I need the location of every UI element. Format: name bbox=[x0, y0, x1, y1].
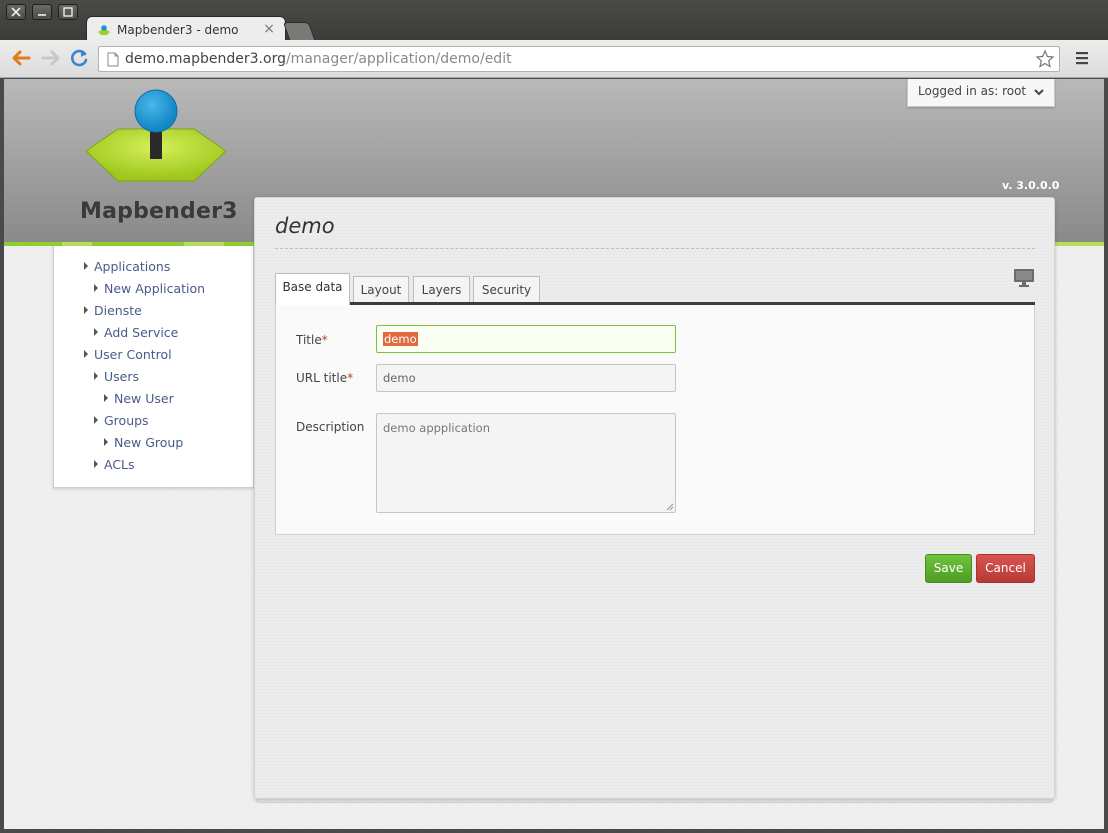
page-viewport: Mapbender3 v. 3.0.0.0 Logged in as: root… bbox=[4, 79, 1104, 829]
maximize-icon bbox=[63, 7, 73, 17]
triangle-right-icon bbox=[104, 438, 108, 446]
reload-icon[interactable] bbox=[68, 47, 90, 69]
triangle-right-icon bbox=[84, 350, 88, 358]
user-menu-dropdown[interactable]: Logged in as: root bbox=[907, 79, 1055, 107]
forward-arrow-icon[interactable] bbox=[40, 47, 62, 69]
window-close-button[interactable] bbox=[6, 4, 26, 20]
title-input[interactable]: demo bbox=[376, 325, 676, 353]
sidebar-item-add-service[interactable]: Add Service bbox=[94, 325, 178, 340]
version-label: v. 3.0.0.0 bbox=[1002, 179, 1060, 192]
browser-tab-active[interactable]: Mapbender3 - demo × bbox=[86, 16, 286, 42]
required-marker: * bbox=[321, 333, 328, 347]
sidebar-item-new-group[interactable]: New Group bbox=[104, 435, 183, 450]
description-field-label: Description bbox=[296, 420, 365, 434]
tab-base-data[interactable]: Base data bbox=[275, 273, 350, 305]
window-minimize-button[interactable] bbox=[32, 4, 52, 20]
title-divider bbox=[275, 248, 1035, 249]
panel-shadow-edge bbox=[256, 799, 1053, 803]
url-title-field-label: URL title* bbox=[296, 371, 354, 385]
triangle-right-icon bbox=[84, 306, 88, 314]
sidebar-item-user-control[interactable]: User Control bbox=[84, 347, 172, 362]
triangle-right-icon bbox=[94, 328, 98, 336]
description-text: demo appplication bbox=[383, 421, 491, 435]
title-field-label: Title* bbox=[296, 333, 328, 347]
sidebar-navigation: Applications New Application Dienste Add… bbox=[53, 246, 254, 488]
page-document-icon bbox=[107, 52, 119, 67]
tab-security[interactable]: Security bbox=[473, 276, 540, 304]
main-panel: demo Base data Layout Layers Security Ti… bbox=[254, 197, 1055, 799]
cancel-button[interactable]: Cancel bbox=[976, 554, 1035, 583]
browser-toolbar: demo.mapbender3.org/manager/application/… bbox=[0, 40, 1108, 78]
mapbender-favicon-icon bbox=[98, 25, 110, 35]
triangle-right-icon bbox=[94, 460, 98, 468]
triangle-right-icon bbox=[104, 394, 108, 402]
chevron-down-icon bbox=[1034, 89, 1044, 96]
title-input-selected-text: demo bbox=[383, 332, 418, 346]
browser-tab-title: Mapbender3 - demo bbox=[117, 23, 239, 37]
required-marker: * bbox=[347, 371, 354, 385]
sidebar-item-dienste[interactable]: Dienste bbox=[84, 303, 142, 318]
new-tab-button[interactable] bbox=[282, 22, 316, 40]
monitor-icon[interactable] bbox=[1013, 268, 1035, 288]
minimize-icon bbox=[38, 14, 46, 16]
description-textarea[interactable]: demo appplication bbox=[376, 413, 676, 513]
url-host: demo.mapbender3.org bbox=[125, 51, 286, 67]
back-arrow-icon[interactable] bbox=[10, 47, 32, 69]
tab-layers[interactable]: Layers bbox=[413, 276, 470, 304]
triangle-right-icon bbox=[94, 284, 98, 292]
page-title: demo bbox=[275, 214, 335, 238]
url-text[interactable]: demo.mapbender3.org/manager/application/… bbox=[125, 51, 512, 67]
logo-text: Mapbender3 bbox=[80, 199, 238, 224]
close-icon bbox=[11, 7, 21, 17]
url-title-input[interactable]: demo bbox=[376, 364, 676, 392]
triangle-right-icon bbox=[94, 372, 98, 380]
bookmark-star-icon[interactable] bbox=[1035, 49, 1055, 69]
window-maximize-button[interactable] bbox=[58, 4, 78, 20]
sidebar-item-new-application[interactable]: New Application bbox=[94, 281, 205, 296]
sidebar-item-groups[interactable]: Groups bbox=[94, 413, 149, 428]
tab-layout[interactable]: Layout bbox=[353, 276, 409, 304]
browser-titlebar: Mapbender3 - demo × bbox=[0, 0, 1108, 42]
sidebar-item-new-user[interactable]: New User bbox=[104, 391, 174, 406]
resize-handle-icon[interactable] bbox=[666, 503, 674, 511]
browser-menu-icon[interactable] bbox=[1074, 50, 1090, 66]
url-path: /manager/application/demo/edit bbox=[285, 51, 512, 67]
logged-in-label: Logged in as: root bbox=[918, 84, 1027, 98]
address-bar[interactable]: demo.mapbender3.org/manager/application/… bbox=[98, 46, 1060, 72]
base-data-form: Title* demo URL title* demo Description … bbox=[275, 305, 1035, 535]
triangle-right-icon bbox=[84, 262, 88, 270]
sidebar-item-acls[interactable]: ACLs bbox=[94, 457, 135, 472]
sidebar-item-users[interactable]: Users bbox=[94, 369, 139, 384]
sidebar-item-applications[interactable]: Applications bbox=[84, 259, 170, 274]
save-button[interactable]: Save bbox=[925, 554, 972, 583]
browser-tab-close-icon[interactable]: × bbox=[263, 21, 275, 37]
triangle-right-icon bbox=[94, 416, 98, 424]
